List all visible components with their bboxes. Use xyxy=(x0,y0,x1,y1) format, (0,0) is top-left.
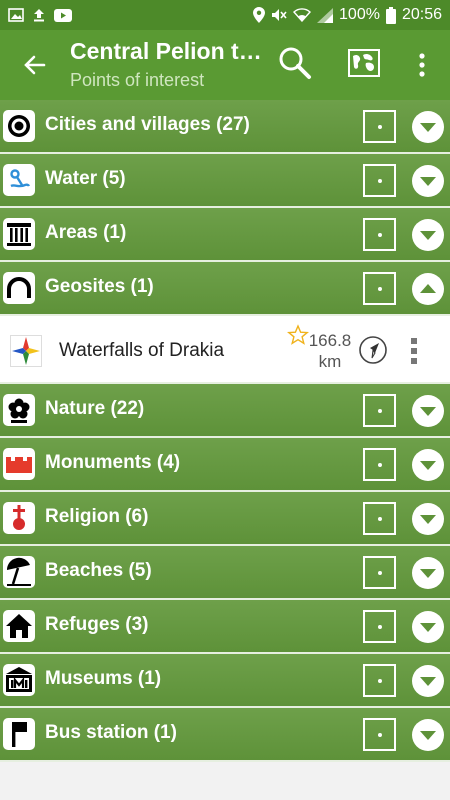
distance-unit: km xyxy=(318,352,342,371)
page-subtitle: Points of interest xyxy=(70,70,205,90)
poi-distance: 166.8 km xyxy=(306,330,354,372)
category-row-bus-station[interactable]: Bus station (1) xyxy=(0,708,450,762)
category-row-areas[interactable]: Areas (1) xyxy=(0,208,450,262)
category-label: Refuges (3) xyxy=(45,614,149,635)
visibility-checkbox[interactable] xyxy=(363,272,396,305)
category-row-cities[interactable]: Cities and villages (27) xyxy=(0,100,450,154)
category-label: Water (5) xyxy=(45,168,126,189)
visibility-checkbox[interactable] xyxy=(363,664,396,697)
expand-toggle[interactable] xyxy=(412,395,444,427)
chevron-down-icon xyxy=(420,677,436,686)
mute-icon xyxy=(272,9,287,21)
water-icon xyxy=(3,164,35,196)
arch-icon xyxy=(3,272,35,304)
visibility-checkbox[interactable] xyxy=(363,218,396,251)
flag-icon xyxy=(3,718,35,750)
category-row-geosites[interactable]: Geosites (1) xyxy=(0,262,450,316)
page-title: Central Pelion t… xyxy=(70,38,262,64)
category-label: Beaches (5) xyxy=(45,560,152,581)
expand-toggle[interactable] xyxy=(412,111,444,143)
map-icon[interactable] xyxy=(348,49,380,77)
expand-toggle[interactable] xyxy=(412,449,444,481)
chevron-up-icon xyxy=(420,284,436,293)
chevron-down-icon xyxy=(420,623,436,632)
chevron-down-icon xyxy=(420,569,436,578)
category-label: Cities and villages (27) xyxy=(45,114,250,135)
upload-icon xyxy=(34,9,44,22)
poi-row[interactable]: Waterfalls of Drakia 166.8 km xyxy=(0,316,450,384)
poi-category-list: Cities and villages (27) Water (5) Areas… xyxy=(0,100,450,762)
category-row-nature[interactable]: Nature (22) xyxy=(0,384,450,438)
chevron-down-icon xyxy=(420,407,436,416)
expand-toggle[interactable] xyxy=(412,719,444,751)
category-row-museums[interactable]: Museums (1) xyxy=(0,654,450,708)
visibility-checkbox[interactable] xyxy=(363,556,396,589)
category-row-religion[interactable]: Religion (6) xyxy=(0,492,450,546)
category-row-beaches[interactable]: Beaches (5) xyxy=(0,546,450,600)
distance-value: 166.8 xyxy=(308,331,352,350)
category-label: Museums (1) xyxy=(45,668,162,689)
signal-icon xyxy=(317,7,334,23)
umbrella-icon xyxy=(3,556,35,588)
wifi-icon xyxy=(293,8,312,22)
column-icon xyxy=(3,218,35,250)
category-row-monuments[interactable]: Monuments (4) xyxy=(0,438,450,492)
expand-toggle[interactable] xyxy=(412,219,444,251)
compass-star-icon xyxy=(10,335,42,367)
app-bar: Central Pelion t… Points of interest xyxy=(0,30,450,100)
visibility-checkbox[interactable] xyxy=(363,110,396,143)
visibility-checkbox[interactable] xyxy=(363,718,396,751)
category-label: Monuments (4) xyxy=(45,452,181,473)
expand-toggle[interactable] xyxy=(412,165,444,197)
visibility-checkbox[interactable] xyxy=(363,394,396,427)
chevron-down-icon xyxy=(420,461,436,470)
category-row-water[interactable]: Water (5) xyxy=(0,154,450,208)
poi-name: Waterfalls of Drakia xyxy=(59,340,225,361)
category-row-refuges[interactable]: Refuges (3) xyxy=(0,600,450,654)
youtube-icon xyxy=(54,8,72,22)
navigation-arrow-icon[interactable] xyxy=(358,335,388,365)
category-label: Bus station (1) xyxy=(45,722,177,743)
status-bar: 100% 20:56 xyxy=(0,0,450,30)
back-arrow-icon[interactable] xyxy=(18,48,52,82)
poi-more-icon[interactable] xyxy=(408,336,420,366)
title-block: Central Pelion t… Points of interest xyxy=(70,38,270,91)
visibility-checkbox[interactable] xyxy=(363,502,396,535)
search-icon[interactable] xyxy=(278,46,312,80)
location-icon xyxy=(253,7,266,23)
flower-icon xyxy=(3,394,35,426)
chevron-down-icon xyxy=(420,231,436,240)
museum-icon xyxy=(3,664,35,696)
house-icon xyxy=(3,610,35,642)
expand-toggle[interactable] xyxy=(412,503,444,535)
category-label: Areas (1) xyxy=(45,222,127,243)
expand-toggle[interactable] xyxy=(412,557,444,589)
battery-icon xyxy=(385,6,396,24)
more-vert-icon[interactable] xyxy=(416,52,428,78)
collapse-toggle[interactable] xyxy=(412,273,444,305)
category-label: Religion (6) xyxy=(45,506,149,527)
battery-percent: 100% xyxy=(339,6,380,23)
expand-toggle[interactable] xyxy=(412,611,444,643)
target-icon xyxy=(3,110,35,142)
chevron-down-icon xyxy=(420,515,436,524)
category-label: Geosites (1) xyxy=(45,276,154,297)
expand-toggle[interactable] xyxy=(412,665,444,697)
visibility-checkbox[interactable] xyxy=(363,164,396,197)
visibility-checkbox[interactable] xyxy=(363,448,396,481)
category-label: Nature (22) xyxy=(45,398,145,419)
castle-icon xyxy=(3,448,35,480)
clock: 20:56 xyxy=(401,6,442,23)
chevron-down-icon xyxy=(420,731,436,740)
gallery-icon xyxy=(8,8,24,22)
chevron-down-icon xyxy=(420,177,436,186)
chevron-down-icon xyxy=(420,123,436,132)
cross-icon xyxy=(3,502,35,534)
visibility-checkbox[interactable] xyxy=(363,610,396,643)
